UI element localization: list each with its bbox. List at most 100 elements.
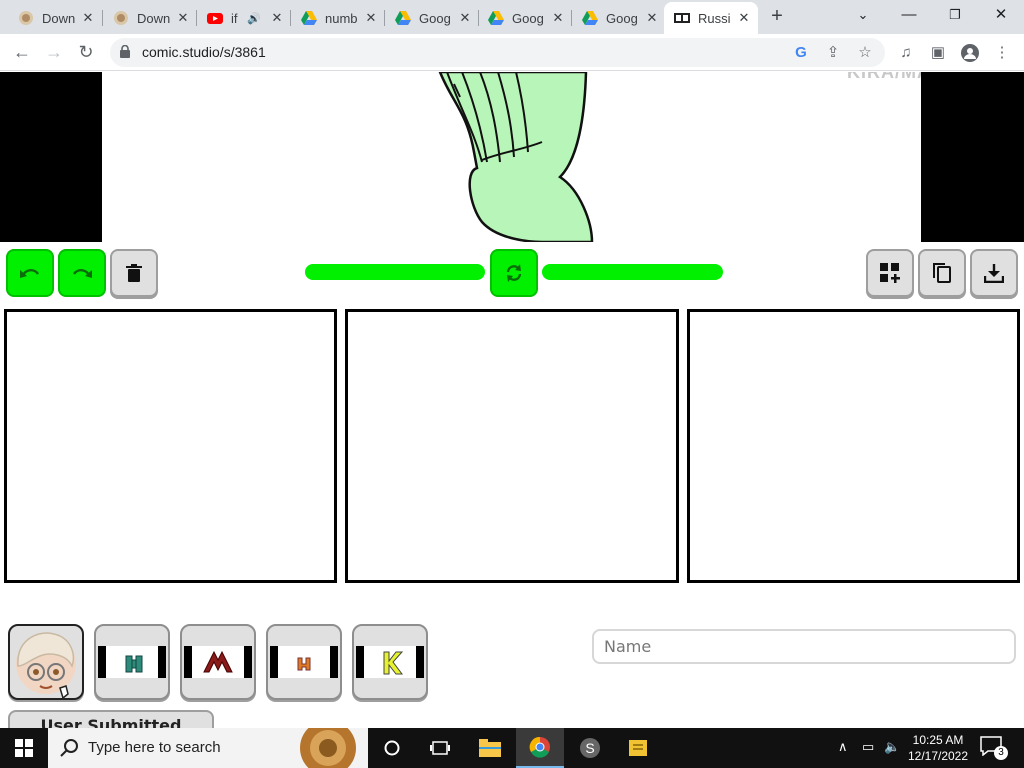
app-s-icon[interactable]: S [566, 728, 614, 768]
sprite-character-avatar[interactable] [8, 624, 84, 700]
close-tab-icon[interactable]: ✕ [363, 10, 379, 26]
character-avatar-icon [16, 632, 76, 698]
tab-1[interactable]: Down ✕ [8, 2, 102, 34]
refresh-icon [506, 264, 522, 282]
redo-icon [72, 269, 92, 278]
tab-7[interactable]: Goog ✕ [572, 2, 666, 34]
undo-button[interactable] [6, 249, 54, 297]
tab-title: Goog [606, 10, 638, 26]
network-icon[interactable]: ▭ [862, 739, 874, 755]
user-submitted-sprites-button[interactable]: User Submitted Sprites [8, 710, 214, 728]
taskbar-clock[interactable]: 10:25 AM 12/17/2022 [906, 732, 970, 764]
notification-center-icon[interactable]: 3 [980, 736, 1008, 760]
comic-preview: KIRA/MASTER [0, 72, 1024, 242]
timeline-bar-right[interactable] [542, 264, 723, 280]
close-tab-icon[interactable]: ✕ [457, 10, 473, 26]
sprite-letter-maroon[interactable] [180, 624, 256, 700]
reload-icon[interactable]: ↻ [74, 40, 98, 64]
tab-strip: Down ✕ Down ✕ if 🔊 ✕ numb ✕ Goog ✕ Goog … [0, 0, 1024, 34]
download-button[interactable] [970, 249, 1018, 297]
file-manager-icon[interactable] [614, 728, 662, 768]
share-icon[interactable]: ⇪ [824, 44, 842, 62]
duplicate-button[interactable] [918, 249, 966, 297]
restore-icon[interactable]: ❐ [932, 0, 978, 32]
tab-active[interactable]: Russi ✕ [664, 2, 758, 34]
pastry-icon [18, 10, 34, 26]
clock-date: 12/17/2022 [907, 749, 969, 763]
new-tab-button[interactable]: + [766, 5, 788, 27]
search-icon [60, 739, 78, 757]
close-tab-icon[interactable]: ✕ [644, 10, 660, 26]
url-text[interactable]: comic.studio/s/3861 [142, 44, 266, 60]
tray-chevron-icon[interactable]: ∧ [838, 739, 848, 755]
tab-search-icon[interactable]: ⌄ [840, 0, 886, 32]
windows-logo-icon [15, 739, 33, 757]
watermark: KIRA/MASTER [847, 72, 921, 82]
sprite-letter-orange[interactable] [266, 624, 342, 700]
copy-icon [933, 263, 951, 283]
close-window-icon[interactable]: ✕ [978, 0, 1024, 32]
address-bar[interactable]: comic.studio/s/3861 G ⇪ ☆ [110, 38, 885, 67]
cortana-icon [384, 740, 400, 756]
preview-canvas[interactable]: KIRA/MASTER [102, 72, 921, 242]
windows-taskbar: Type here to search S ∧ ▭ 🔈 10:25 AM 12/… [0, 728, 1024, 768]
youtube-icon [207, 10, 223, 26]
refresh-button[interactable] [490, 249, 538, 297]
tab-4[interactable]: numb ✕ [291, 2, 385, 34]
redo-button[interactable] [58, 249, 106, 297]
browser-toolbar: ← → ↻ comic.studio/s/3861 G ⇪ ☆ ♫ ▣ ⋮ [0, 34, 1024, 71]
media-control-icon[interactable]: ♫ [897, 44, 915, 62]
add-panel-button[interactable] [866, 249, 914, 297]
audio-playing-icon[interactable]: 🔊 [247, 12, 261, 25]
close-tab-icon[interactable]: ✕ [550, 10, 566, 26]
chrome-icon[interactable] [516, 728, 564, 768]
tab-title: Down [42, 10, 76, 26]
search-placeholder: Type here to search [88, 739, 221, 756]
pastry-icon [113, 10, 129, 26]
comic-panel-2[interactable] [345, 309, 679, 583]
comic-panel-1[interactable] [4, 309, 337, 583]
close-tab-icon[interactable]: ✕ [175, 10, 191, 26]
bookmark-star-icon[interactable]: ☆ [856, 44, 874, 62]
tab-3[interactable]: if 🔊 ✕ [197, 2, 291, 34]
pointer-cursor-icon [59, 685, 69, 698]
google-drive-icon [395, 10, 411, 26]
undo-icon [20, 269, 40, 278]
google-drive-icon [582, 10, 598, 26]
task-view-button[interactable] [368, 728, 416, 768]
profile-icon[interactable] [961, 44, 979, 62]
tab-6[interactable]: Goog ✕ [478, 2, 572, 34]
close-tab-icon[interactable]: ✕ [80, 10, 96, 26]
tab-title: if [231, 10, 238, 26]
timeline-bar-left[interactable] [305, 264, 485, 280]
notification-count: 3 [994, 746, 1008, 760]
tab-title: Goog [512, 10, 544, 26]
menu-kebab-icon[interactable]: ⋮ [993, 44, 1011, 62]
minimize-icon[interactable]: — [886, 0, 932, 32]
file-explorer-icon[interactable] [466, 728, 514, 768]
close-tab-icon[interactable]: ✕ [269, 10, 285, 26]
grid-plus-icon [880, 263, 900, 283]
taskbar-search[interactable]: Type here to search [48, 728, 368, 768]
google-drive-icon [488, 10, 504, 26]
tab-5[interactable]: Goog ✕ [385, 2, 479, 34]
sprite-letter-k[interactable] [352, 624, 428, 700]
clock-time: 10:25 AM [912, 733, 964, 747]
volume-icon[interactable]: 🔈 [884, 739, 900, 755]
delete-button[interactable] [110, 249, 158, 297]
sprite-letter-teal[interactable] [94, 624, 170, 700]
name-input[interactable] [592, 629, 1016, 664]
task-view-icon[interactable] [416, 728, 464, 768]
tab-title: numb [325, 10, 358, 26]
side-panel-icon[interactable]: ▣ [929, 44, 947, 62]
lock-icon [120, 45, 130, 58]
google-lens-icon[interactable]: G [792, 44, 810, 62]
page-viewport: KIRA/MASTER [0, 72, 1024, 728]
close-tab-icon[interactable]: ✕ [736, 10, 752, 26]
start-button[interactable] [0, 728, 48, 768]
tab-2[interactable]: Down ✕ [103, 2, 197, 34]
comic-panel-3[interactable] [687, 309, 1020, 583]
forward-icon[interactable]: → [42, 40, 66, 64]
google-drive-icon [301, 10, 317, 26]
back-icon[interactable]: ← [10, 40, 34, 64]
